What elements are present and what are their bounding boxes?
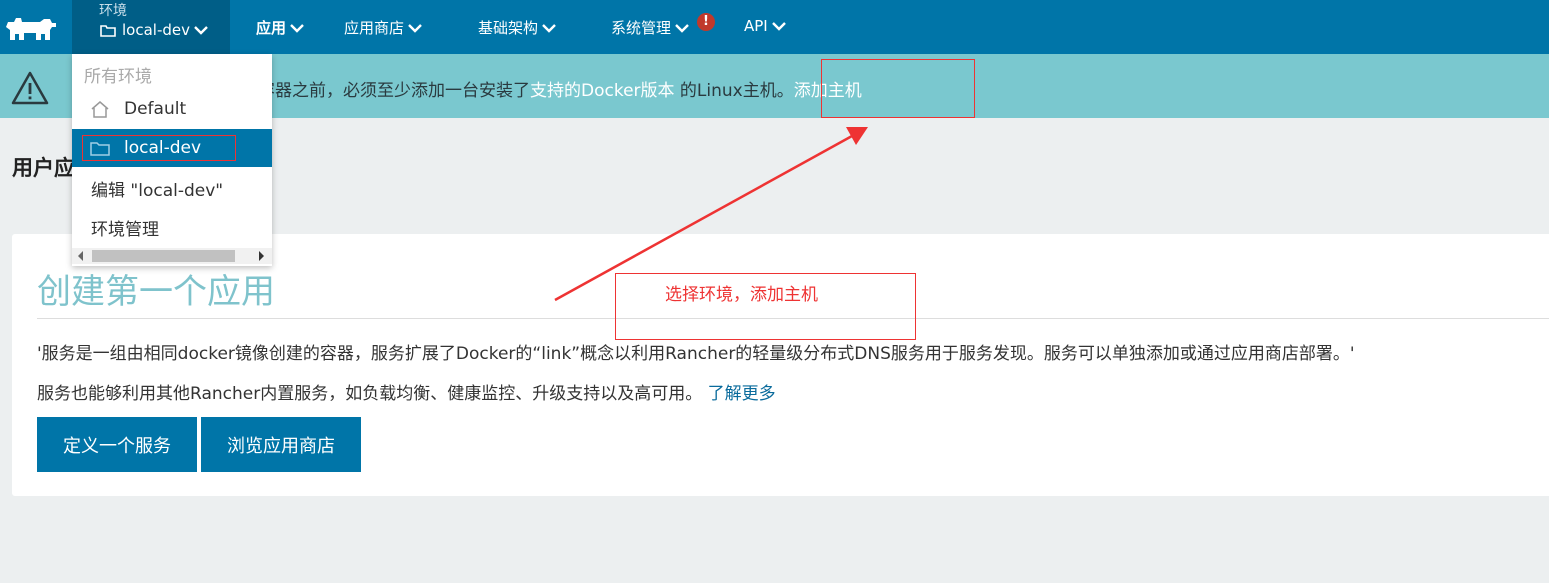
annotation-arrow-icon: [554, 127, 868, 302]
